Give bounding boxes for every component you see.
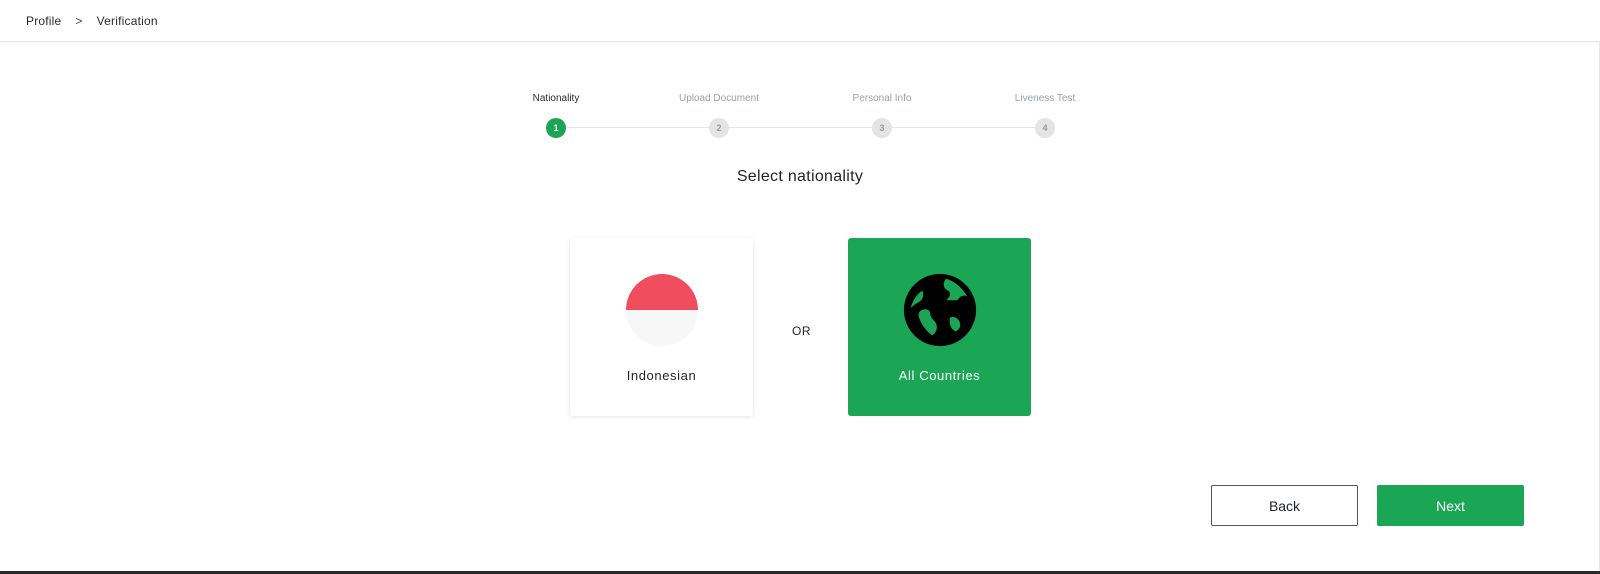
next-button[interactable]: Next [1377, 485, 1524, 526]
step-label: Liveness Test [1014, 93, 1076, 104]
step-label: Personal Info [852, 93, 912, 104]
step-upload-document: Upload Document 2 [659, 92, 779, 138]
option-card-indonesian[interactable]: Indonesian [570, 238, 753, 416]
option-label: All Countries [898, 368, 981, 383]
indonesia-flag-icon [625, 274, 698, 346]
page-title: Select nationality [736, 168, 864, 185]
step-personal-info: Personal Info 3 [822, 92, 942, 138]
step-label: Nationality [532, 93, 580, 104]
back-button[interactable]: Back [1211, 485, 1358, 526]
step-number-badge: 3 [872, 118, 892, 138]
or-divider-text: OR [792, 324, 811, 338]
stepper-track [565, 127, 1055, 128]
globe-icon [903, 273, 976, 347]
step-nationality: Nationality 1 [496, 92, 616, 138]
verification-stepper: Nationality 1 Upload Document 2 Personal… [0, 0, 1600, 150]
step-number-badge: 4 [1035, 118, 1055, 138]
option-card-all-countries[interactable]: All Countries [848, 238, 1031, 416]
step-number-badge: 1 [546, 118, 566, 138]
step-number-badge: 2 [709, 118, 729, 138]
step-liveness-test: Liveness Test 4 [985, 92, 1105, 138]
option-label: Indonesian [626, 368, 697, 383]
step-label: Upload Document [678, 93, 760, 104]
